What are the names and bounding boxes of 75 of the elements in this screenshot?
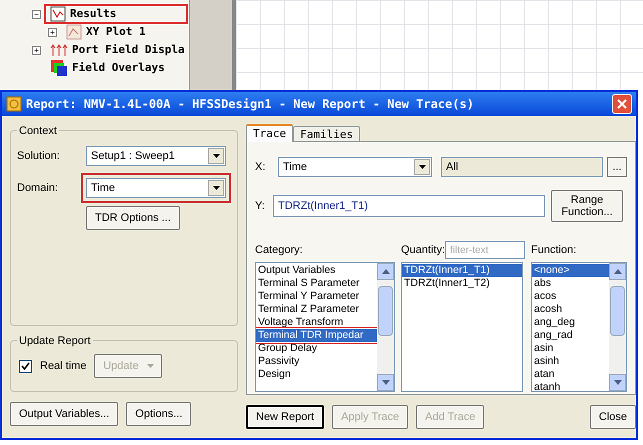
caret-icon	[212, 154, 220, 158]
checkmark-icon	[21, 362, 30, 370]
list-item[interactable]: atanh	[532, 381, 610, 391]
list-item[interactable]: Group Delay	[256, 342, 377, 355]
list-item[interactable]: abs	[532, 277, 610, 290]
more-button[interactable]: ...	[607, 157, 628, 177]
up-arrow-icon	[614, 269, 622, 274]
scrollbar[interactable]	[377, 263, 394, 391]
chart-icon	[50, 6, 66, 22]
filter-field[interactable]: filter-text	[445, 241, 526, 259]
list-item[interactable]: ang_rad	[532, 329, 610, 342]
list-item[interactable]: atan	[532, 368, 610, 381]
list-item[interactable]: TDRZt(Inner1_T1)	[402, 264, 522, 277]
list-label: Quantity:	[401, 242, 446, 258]
list-item[interactable]: asin	[532, 342, 610, 355]
checkbox-label: Real time	[40, 358, 86, 374]
list-item[interactable]: <none>	[532, 264, 610, 277]
caret-icon	[146, 364, 154, 368]
list-item[interactable]: TDRZt(Inner1_T2)	[402, 277, 522, 290]
input-field[interactable]: TDRZt(Inner1_T1)	[273, 195, 545, 217]
dropdown-button[interactable]	[208, 180, 224, 196]
dropdown-button[interactable]	[414, 159, 430, 175]
list-item[interactable]: acosh	[532, 303, 610, 316]
list-item[interactable]: acos	[532, 290, 610, 303]
scrollbar[interactable]	[609, 263, 626, 391]
range-function-button[interactable]: Range Function...	[551, 190, 623, 222]
close-icon	[617, 99, 627, 109]
dialog-button[interactable]: Options...	[126, 402, 192, 426]
expander-toggle[interactable]: +	[48, 28, 57, 36]
field-label: Domain:	[17, 180, 59, 196]
group-title: Update Report	[17, 333, 93, 350]
down-arrow-icon	[382, 380, 390, 385]
axis-label: Y:	[255, 198, 266, 214]
dialog-button[interactable]: Close	[590, 405, 636, 429]
dropdown-field[interactable]: Time	[86, 178, 226, 198]
tree-item[interactable]: XY Plot 1	[86, 24, 146, 40]
axis-label: X:	[255, 160, 266, 175]
app-icon	[6, 96, 22, 112]
list-item[interactable]: ang_deg	[532, 316, 610, 329]
overlay-icon	[50, 59, 68, 77]
list-item[interactable]: Passivity	[256, 355, 377, 368]
list-label: Function:	[531, 243, 578, 258]
tree-item[interactable]: Results	[70, 6, 116, 22]
expander-toggle[interactable]: −	[32, 10, 41, 18]
dropdown-field[interactable]: Setup1 : Sweep1	[86, 146, 226, 166]
tree-item[interactable]: Field Overlays	[72, 60, 165, 76]
close-button[interactable]	[612, 94, 632, 114]
tab[interactable]: Trace	[246, 124, 294, 142]
range-field: All	[441, 157, 604, 177]
caret-icon	[212, 186, 220, 190]
dialog-button[interactable]: Output Variables...	[10, 402, 118, 426]
list-item[interactable]: Output Variables	[256, 264, 377, 277]
tree-item[interactable]: Port Field Displa	[72, 42, 185, 58]
list-label: Category:	[255, 243, 304, 258]
tab[interactable]: Families	[293, 126, 360, 142]
down-arrow-icon	[614, 380, 622, 385]
list-item[interactable]: asinh	[532, 355, 610, 368]
checkbox[interactable]	[19, 360, 32, 372]
arrows-icon	[50, 43, 68, 57]
list-item[interactable]: Terminal S Parameter	[256, 277, 377, 290]
list-item[interactable]: Voltage Transform	[256, 316, 377, 329]
list-item[interactable]: Design	[256, 368, 377, 381]
list-item[interactable]: Terminal Z Parameter	[256, 303, 377, 316]
chart-icon	[66, 24, 82, 40]
list-item[interactable]: Terminal TDR Impedar	[256, 329, 377, 342]
list-item[interactable]: Terminal Y Parameter	[256, 290, 377, 303]
field-label: Solution:	[17, 148, 61, 164]
expander-toggle[interactable]: +	[32, 46, 41, 54]
dropdown-button[interactable]	[208, 148, 224, 164]
window-title: Report: NMV-1.4L-00A - HFSSDesign1 - New Report - New Trace(s)	[26, 96, 475, 113]
up-arrow-icon	[382, 269, 390, 274]
dialog-button[interactable]: New Report	[246, 405, 324, 429]
tdr-options-button[interactable]: TDR Options ...	[86, 206, 180, 230]
caret-icon	[418, 165, 426, 169]
dropdown-field[interactable]: Time	[278, 157, 432, 177]
